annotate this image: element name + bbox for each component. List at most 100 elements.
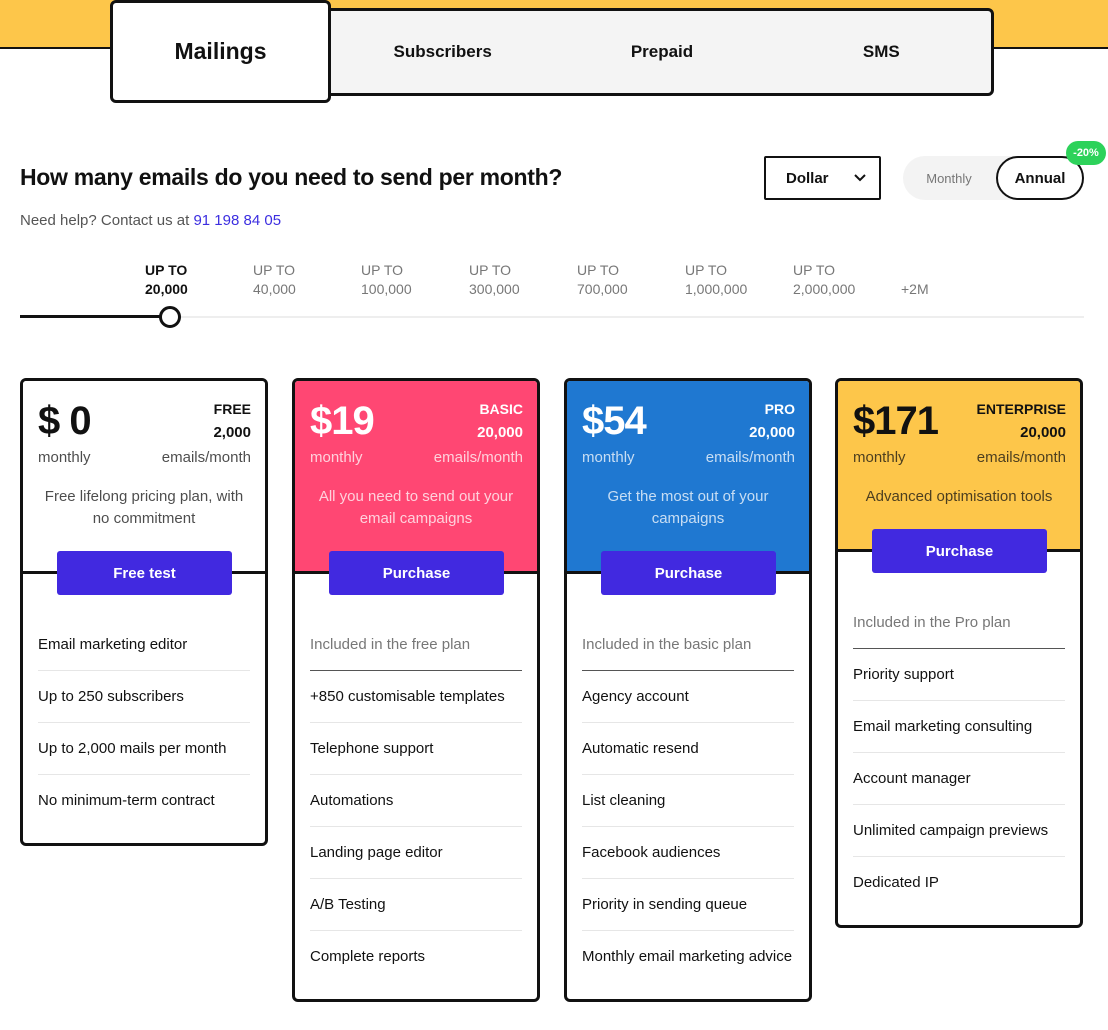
plan-unit: emails/month — [976, 449, 1066, 466]
plan-unit: emails/month — [161, 449, 251, 466]
plan-header: $54 PRO 20,000 monthly emails/month Get … — [567, 381, 809, 574]
tick-prefix: UP TO — [145, 262, 188, 278]
slider-tick[interactable]: UP TO 2,000,000 — [793, 261, 855, 299]
slider-handle[interactable] — [159, 306, 181, 328]
feature-list: Included in the basic plan Agency account… — [567, 574, 809, 999]
plan-price: $171 — [853, 399, 939, 443]
feature-item: Priority support — [853, 649, 1065, 701]
feature-item: Complete reports — [310, 948, 426, 965]
tick-value: 2,000,000 — [793, 281, 856, 297]
tick-value: 300,000 — [469, 281, 520, 297]
feature-item: +850 customisable templates — [310, 671, 522, 723]
slider-tick[interactable]: UP TO 20,000 — [145, 261, 188, 299]
plan-quantity: 20,000 — [477, 424, 523, 441]
slider-tick[interactable]: UP TO 100,000 — [361, 261, 412, 299]
plan-price: $54 — [582, 399, 647, 443]
plan-period: monthly — [38, 449, 91, 466]
slider-tick[interactable]: UP TO 40,000 — [253, 261, 296, 299]
feature-item: List cleaning — [582, 775, 794, 827]
plan-name: BASIC — [479, 401, 523, 417]
plan-unit: emails/month — [433, 449, 523, 466]
feature-item: Priority in sending queue — [582, 879, 794, 931]
feature-item: Facebook audiences — [582, 827, 794, 879]
purchase-button[interactable]: Purchase — [872, 529, 1047, 573]
plan-quantity: 20,000 — [1020, 424, 1066, 441]
feature-item: Up to 250 subscribers — [38, 671, 250, 723]
plan-card-enterprise: $171 ENTERPRISE 20,000 monthly emails/mo… — [835, 378, 1083, 928]
tab-subscribers[interactable]: Subscribers — [333, 11, 552, 93]
feature-item: Landing page editor — [310, 827, 522, 879]
feature-item: Automatic resend — [582, 723, 794, 775]
tab-prepaid[interactable]: Prepaid — [552, 11, 771, 93]
chevron-down-icon — [854, 174, 866, 182]
plan-price: $ 0 — [38, 399, 92, 443]
page-title: How many emails do you need to send per … — [20, 164, 563, 190]
plan-period: monthly — [582, 449, 635, 466]
feature-item: Email marketing editor — [38, 619, 250, 671]
feature-item: Email marketing consulting — [853, 701, 1065, 753]
tick-prefix: UP TO — [253, 262, 296, 278]
currency-select[interactable]: Dollar — [764, 156, 881, 200]
tick-prefix: UP TO — [577, 262, 620, 278]
feature-item: A/B Testing — [310, 879, 522, 931]
plan-name: FREE — [213, 401, 251, 417]
tick-value: 1,000,000 — [685, 281, 748, 297]
plan-period: monthly — [310, 449, 363, 466]
billing-monthly[interactable]: Monthly — [903, 156, 995, 200]
tab-mailings[interactable]: Mailings — [110, 0, 331, 103]
plan-quantity: 2,000 — [213, 424, 251, 441]
plan-name: ENTERPRISE — [976, 401, 1066, 417]
plan-description: Free lifelong pricing plan, with no comm… — [44, 488, 244, 527]
plan-unit: emails/month — [705, 449, 795, 466]
slider-tick[interactable]: UP TO 300,000 — [469, 261, 520, 299]
plan-name: PRO — [764, 401, 795, 417]
tick-value: 700,000 — [577, 281, 628, 297]
tick-value: +2M — [901, 281, 929, 297]
tick-prefix: UP TO — [685, 262, 728, 278]
purchase-button[interactable]: Purchase — [329, 551, 504, 595]
tab-sms[interactable]: SMS — [772, 11, 991, 93]
plan-price: $19 — [310, 399, 375, 443]
slider-tick[interactable]: UP TO 1,000,000 — [685, 261, 747, 299]
feature-list: Included in the Pro plan Priority support… — [838, 552, 1080, 925]
included-plan-note: Included in the basic plan — [582, 619, 794, 671]
currency-value: Dollar — [786, 169, 829, 187]
purchase-button[interactable]: Purchase — [601, 551, 776, 595]
tick-prefix: UP TO — [361, 262, 404, 278]
plan-quantity: 20,000 — [749, 424, 795, 441]
plan-card-basic: $19 BASIC 20,000 monthly emails/month Al… — [292, 378, 540, 1002]
plan-description: Advanced optimisation tools — [865, 488, 1053, 505]
feature-list: Included in the free plan +850 customisab… — [295, 574, 537, 999]
included-plan-note: Included in the Pro plan — [853, 597, 1065, 649]
feature-item: No minimum-term contract — [38, 792, 215, 809]
plan-header: $19 BASIC 20,000 monthly emails/month Al… — [295, 381, 537, 574]
discount-badge: -20% — [1066, 141, 1106, 165]
plan-period: monthly — [853, 449, 906, 466]
tick-prefix: UP TO — [469, 262, 512, 278]
help-text: Need help? Contact us at 91 198 84 05 — [20, 212, 281, 229]
feature-item: Account manager — [853, 753, 1065, 805]
tick-prefix: UP TO — [793, 262, 836, 278]
tick-value: 40,000 — [253, 281, 296, 297]
plan-header: $ 0 FREE 2,000 monthly emails/month Free… — [23, 381, 265, 574]
free-test-button[interactable]: Free test — [57, 551, 232, 595]
slider-tick[interactable]: +2M — [901, 280, 929, 299]
plan-card-free: $ 0 FREE 2,000 monthly emails/month Free… — [20, 378, 268, 846]
feature-item: Unlimited campaign previews — [853, 805, 1065, 857]
plan-header: $171 ENTERPRISE 20,000 monthly emails/mo… — [838, 381, 1080, 552]
feature-item: Agency account — [582, 671, 794, 723]
tick-value: 100,000 — [361, 281, 412, 297]
feature-item: Automations — [310, 775, 522, 827]
billing-toggle[interactable]: Monthly Annual — [903, 156, 1084, 200]
tick-value: 20,000 — [145, 281, 188, 297]
feature-list: Email marketing editor Up to 250 subscrib… — [23, 574, 265, 843]
slider-tick[interactable]: UP TO 700,000 — [577, 261, 628, 299]
plan-description: All you need to send out your email camp… — [318, 488, 514, 527]
included-plan-note: Included in the free plan — [310, 619, 522, 671]
help-label: Need help? Contact us at — [20, 212, 194, 229]
slider-fill — [20, 315, 170, 318]
feature-item: Monthly email marketing advice — [582, 948, 793, 965]
plan-description: Get the most out of your campaigns — [607, 488, 769, 527]
phone-link[interactable]: 91 198 84 05 — [193, 212, 281, 229]
feature-item: Dedicated IP — [853, 874, 939, 891]
